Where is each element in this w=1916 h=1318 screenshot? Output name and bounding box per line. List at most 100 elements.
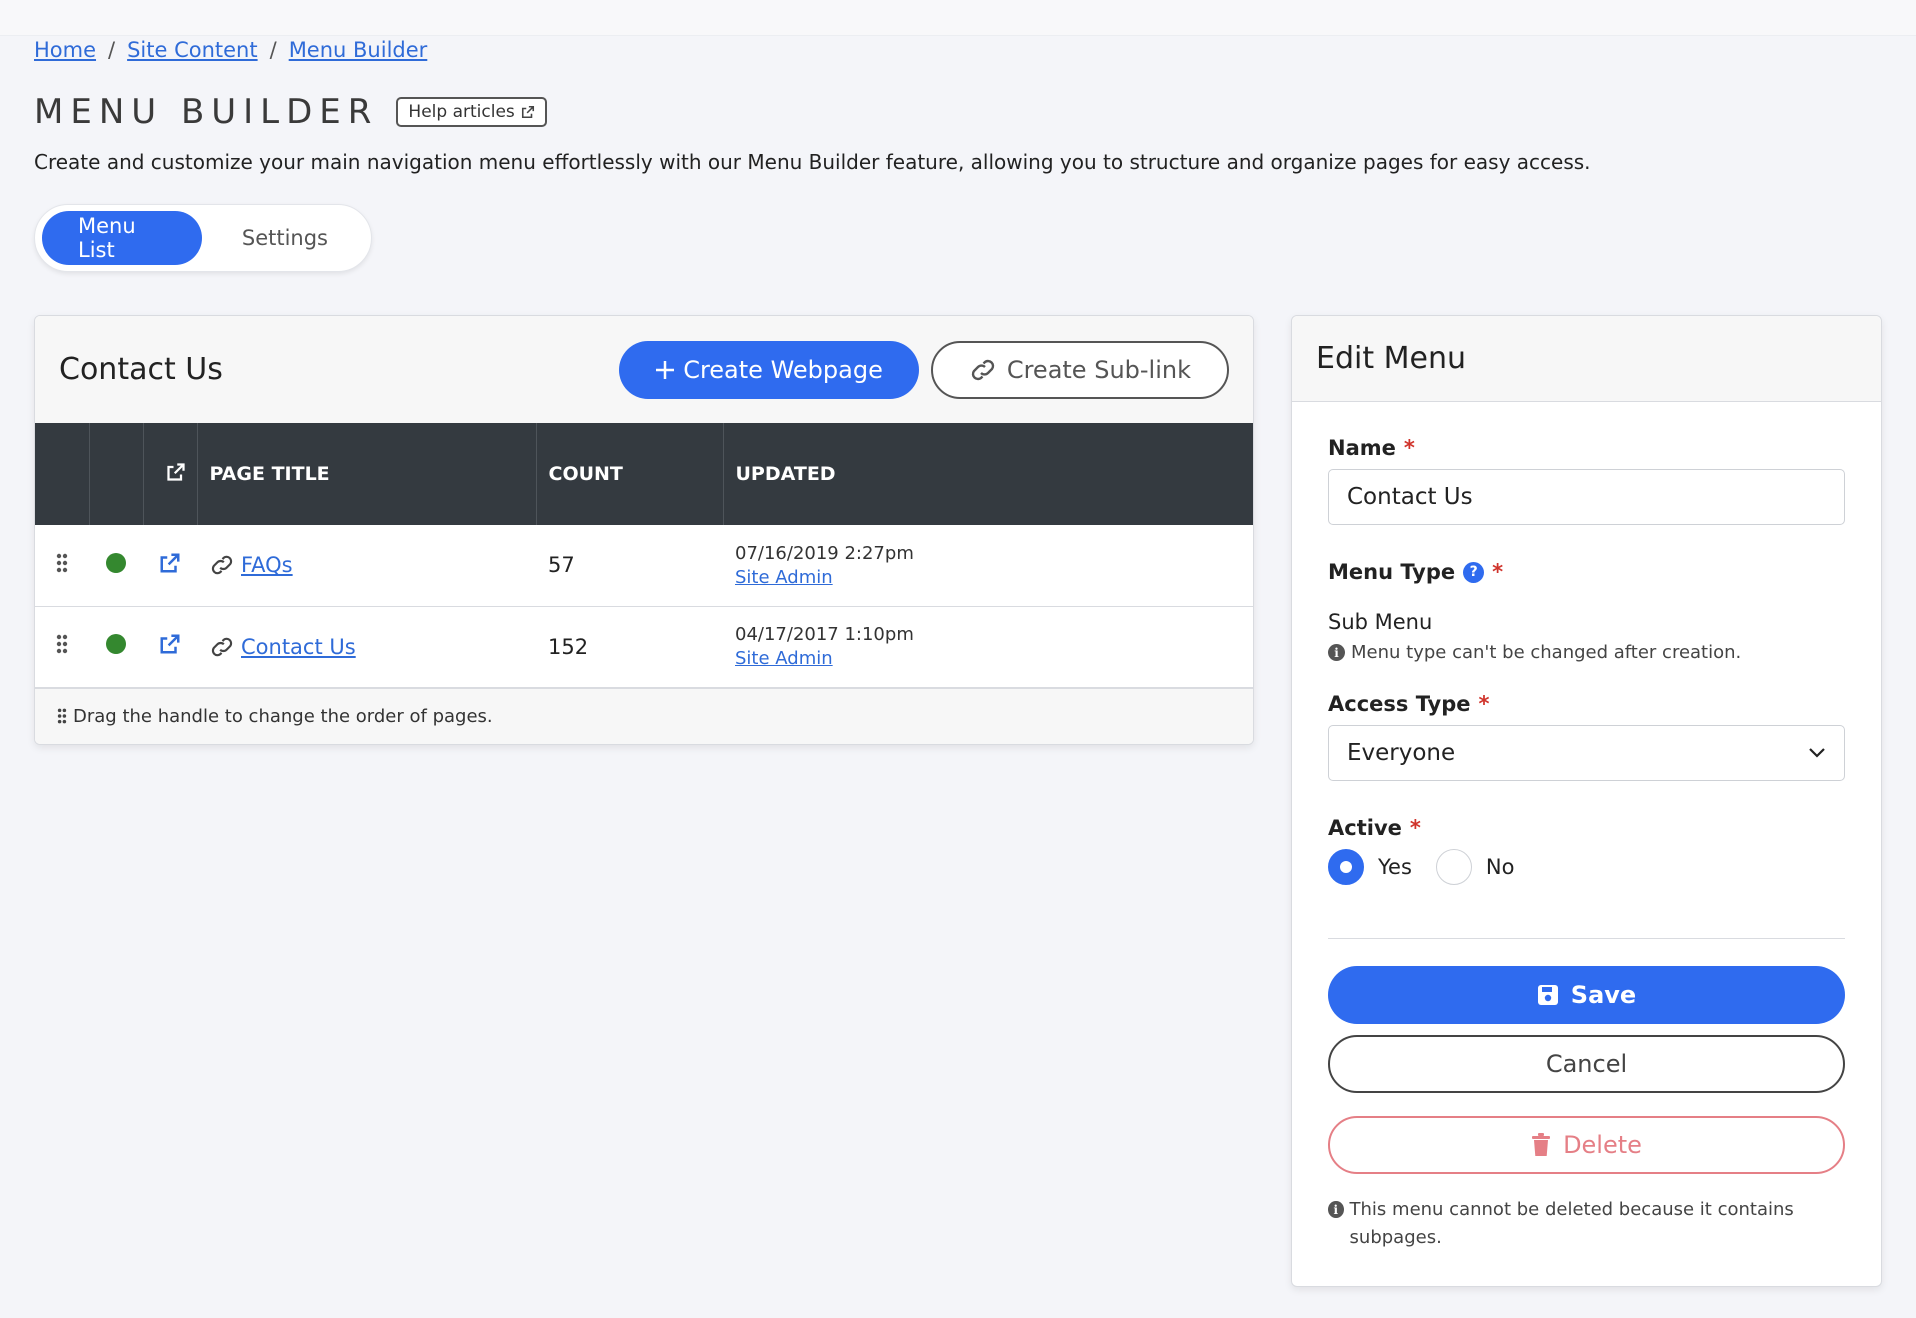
card-title: Contact Us — [59, 352, 223, 387]
menu-type-label-text: Menu Type — [1328, 560, 1456, 584]
help-question-icon[interactable]: ? — [1463, 561, 1485, 583]
column-header-count[interactable]: COUNT — [536, 423, 724, 525]
link-icon — [211, 637, 233, 656]
active-label: Active * — [1328, 816, 1845, 840]
drag-handle-icon — [56, 634, 68, 654]
name-label-text: Name — [1328, 436, 1396, 460]
delete-button[interactable]: Delete — [1328, 1116, 1845, 1174]
pages-table: PAGE TITLE COUNT UPDATED FAQs 57 07/16/2… — [35, 423, 1253, 688]
updated-by-link[interactable]: Site Admin — [735, 648, 833, 669]
edit-menu-panel: Edit Menu Name * Contact Us Menu Type ? … — [1291, 315, 1882, 1287]
card-header: Contact Us Create Webpage Create Sub-lin… — [35, 316, 1253, 423]
breadcrumb-site-content[interactable]: Site Content — [127, 38, 258, 62]
required-marker: * — [1492, 560, 1504, 584]
page-title-cell: FAQs — [197, 525, 536, 607]
breadcrumb: Home / Site Content / Menu Builder — [34, 38, 427, 62]
table-row: FAQs 57 07/16/2019 2:27pm Site Admin — [35, 525, 1253, 607]
drag-handle[interactable] — [35, 525, 89, 607]
top-bar — [0, 0, 1916, 36]
column-header-updated[interactable]: UPDATED — [723, 423, 1253, 525]
link-icon — [211, 555, 233, 575]
updated-date: 07/16/2019 2:27pm — [735, 542, 914, 564]
access-type-label: Access Type * — [1328, 692, 1845, 716]
breadcrumb-home[interactable]: Home — [34, 38, 96, 62]
breadcrumb-separator: / — [108, 38, 116, 62]
drag-handle-icon — [56, 553, 68, 572]
external-link-icon — [521, 105, 534, 119]
access-type-label-text: Access Type — [1328, 692, 1471, 716]
active-yes-option[interactable]: Yes — [1328, 849, 1412, 885]
status-column-header — [89, 423, 144, 525]
help-articles-label: Help articles — [408, 102, 515, 122]
page-title-link[interactable]: FAQs — [241, 553, 293, 577]
updated-date: 04/17/2017 1:10pm — [735, 624, 914, 645]
delete-label: Delete — [1563, 1131, 1642, 1159]
access-type-value: Everyone — [1347, 740, 1456, 766]
menu-type-hint-text: Menu type can't be changed after creatio… — [1351, 642, 1742, 663]
active-label-text: Active — [1328, 816, 1402, 840]
plus-icon — [656, 360, 675, 379]
tab-menu-list[interactable]: Menu List — [42, 211, 202, 265]
menu-list-card: Contact Us Create Webpage Create Sub-lin… — [34, 315, 1254, 745]
create-sublink-label: Create Sub-link — [1006, 355, 1191, 384]
panel-title: Edit Menu — [1292, 316, 1881, 402]
column-header-page-title[interactable]: PAGE TITLE — [197, 423, 537, 525]
card-footer: Drag the handle to change the order of p… — [35, 687, 1253, 744]
name-input[interactable]: Contact Us — [1328, 469, 1845, 525]
external-column-header — [143, 423, 198, 525]
count-cell: 57 — [536, 525, 723, 607]
tab-settings[interactable]: Settings — [206, 211, 364, 265]
trash-icon — [1532, 1133, 1551, 1156]
active-no-radio[interactable] — [1435, 849, 1472, 885]
view-tabs: Menu List Settings — [34, 204, 372, 272]
page-description: Create and customize your main navigatio… — [34, 150, 1591, 174]
help-articles-button[interactable]: Help articles — [396, 97, 547, 127]
menu-type-value: Sub Menu — [1328, 610, 1433, 634]
delete-hint-text: This menu cannot be deleted because it c… — [1349, 1199, 1794, 1248]
active-yes-label: Yes — [1378, 855, 1412, 879]
active-no-option[interactable]: No — [1435, 849, 1515, 885]
form-divider — [1328, 938, 1845, 939]
drag-handle-icon — [57, 708, 67, 724]
save-button[interactable]: Save — [1328, 966, 1845, 1024]
status-cell — [89, 606, 143, 688]
page-title-link[interactable]: Contact Us — [241, 635, 356, 659]
title-row: MENU BUILDER Help articles — [34, 92, 547, 132]
delete-hint: i This menu cannot be deleted because it… — [1328, 1196, 1845, 1252]
page-title-cell: Contact Us — [197, 606, 536, 688]
drag-hint: Drag the handle to change the order of p… — [73, 705, 493, 727]
active-yes-radio[interactable] — [1328, 849, 1364, 885]
menu-type-label: Menu Type ? * — [1328, 560, 1845, 584]
chevron-down-icon — [1809, 748, 1825, 758]
external-link-icon — [167, 462, 185, 481]
menu-type-hint: i Menu type can't be changed after creat… — [1328, 642, 1845, 663]
external-link-icon[interactable] — [159, 552, 181, 574]
table-row: Contact Us 152 04/17/2017 1:10pm Site Ad… — [35, 606, 1253, 688]
info-icon: i — [1328, 1201, 1344, 1218]
save-icon — [1537, 985, 1558, 1005]
count-cell: 152 — [536, 606, 723, 688]
status-active-dot — [106, 634, 126, 654]
save-label: Save — [1570, 981, 1637, 1009]
required-marker: * — [1478, 692, 1490, 716]
open-page-cell — [143, 606, 197, 688]
breadcrumb-menu-builder[interactable]: Menu Builder — [289, 38, 428, 62]
access-type-select[interactable]: Everyone — [1328, 725, 1845, 781]
drag-handle[interactable] — [35, 606, 89, 688]
updated-cell: 04/17/2017 1:10pm Site Admin — [723, 606, 1253, 688]
external-link-icon[interactable] — [159, 633, 181, 655]
link-icon — [971, 359, 995, 380]
updated-cell: 07/16/2019 2:27pm Site Admin — [723, 525, 1253, 607]
required-marker: * — [1403, 436, 1415, 460]
updated-by-link[interactable]: Site Admin — [735, 567, 833, 588]
create-sublink-button[interactable]: Create Sub-link — [930, 340, 1229, 399]
cancel-button[interactable]: Cancel — [1328, 1035, 1845, 1093]
required-marker: * — [1409, 816, 1421, 840]
info-icon: i — [1328, 644, 1345, 661]
breadcrumb-separator: / — [269, 38, 277, 62]
status-active-dot — [106, 552, 126, 573]
active-no-label: No — [1485, 855, 1515, 879]
create-webpage-button[interactable]: Create Webpage — [619, 340, 919, 399]
name-label: Name * — [1328, 436, 1845, 460]
open-page-cell — [143, 525, 197, 607]
